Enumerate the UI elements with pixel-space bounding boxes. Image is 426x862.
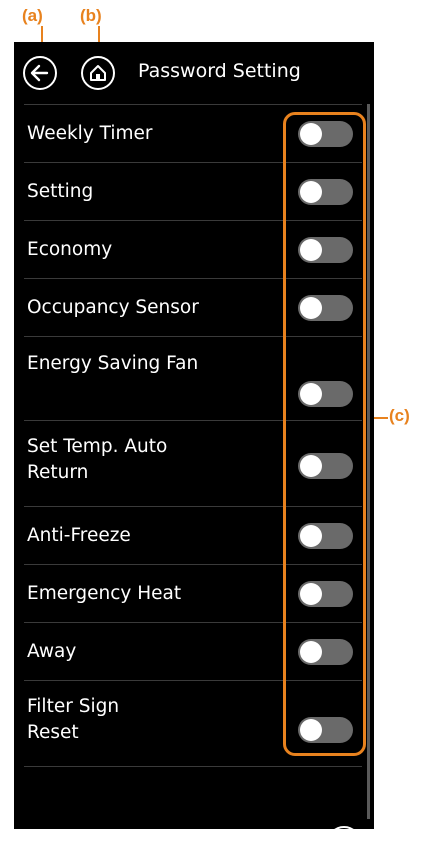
setting-label: Economy xyxy=(27,237,112,263)
setting-label-line: Emergency Heat xyxy=(27,583,182,604)
callout-a: (a) xyxy=(22,6,43,25)
toggle-group-highlight xyxy=(283,112,366,756)
setting-label-line: Economy xyxy=(27,239,113,260)
header-bar: Password Setting xyxy=(14,42,374,104)
scrollbar[interactable] xyxy=(367,104,370,819)
setting-label-line: Return xyxy=(27,462,89,483)
setting-label-line: Filter Sign xyxy=(27,696,120,717)
back-button[interactable] xyxy=(23,56,57,90)
setting-label-line: Setting xyxy=(27,181,94,202)
setting-label: Away xyxy=(27,639,76,665)
setting-label-line: Energy Saving Fan xyxy=(27,353,199,374)
setting-label-line: Occupancy Sensor xyxy=(27,297,199,318)
setting-label: Anti-Freeze xyxy=(27,523,131,549)
arrow-up-to-top-icon xyxy=(335,834,353,854)
page-title: Password Setting xyxy=(138,60,301,82)
setting-label: Emergency Heat xyxy=(27,581,181,607)
setting-label: Setting xyxy=(27,179,93,205)
arrow-left-icon xyxy=(30,64,49,82)
setting-label-line: Away xyxy=(27,641,77,662)
callout-c: (c) xyxy=(389,406,410,425)
callout-b: (b) xyxy=(80,6,102,25)
home-button[interactable] xyxy=(81,56,115,90)
setting-label: Energy Saving Fan xyxy=(27,351,198,377)
setting-label: Filter Sign Reset xyxy=(27,694,119,746)
home-icon xyxy=(90,65,106,81)
list-end-divider xyxy=(24,766,362,767)
setting-label-line: Weekly Timer xyxy=(27,123,153,144)
setting-label-line: Set Temp. Auto xyxy=(27,436,168,457)
setting-label: Set Temp. Auto Return xyxy=(27,434,167,486)
scroll-to-top-button[interactable] xyxy=(327,826,361,860)
setting-label-line: Anti-Freeze xyxy=(27,525,131,546)
setting-label: Weekly Timer xyxy=(27,121,153,147)
setting-label-line: Reset xyxy=(27,722,79,743)
setting-label: Occupancy Sensor xyxy=(27,295,199,321)
